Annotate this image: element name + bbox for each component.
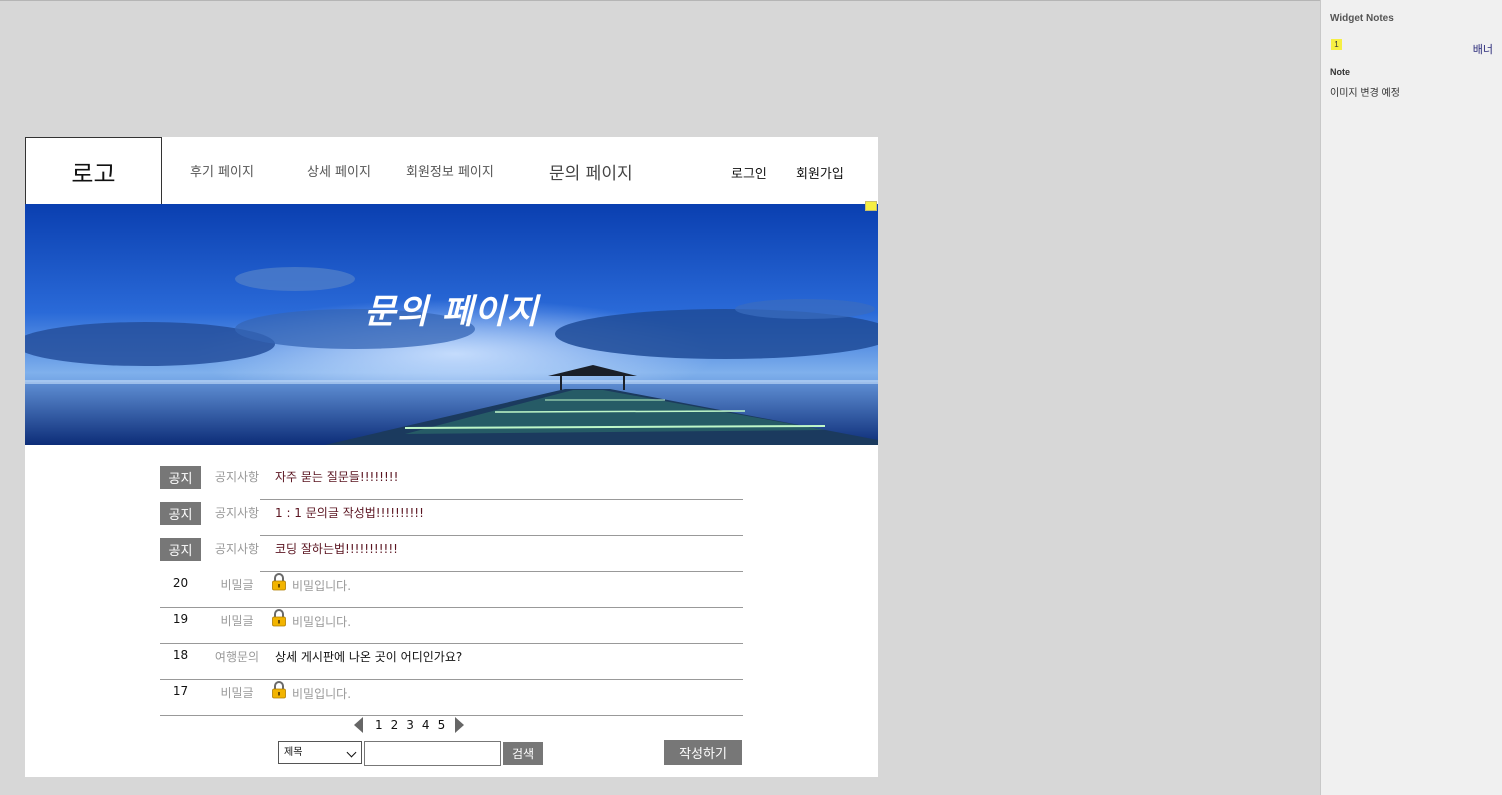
prev-page-icon[interactable] (354, 717, 363, 733)
table-row[interactable]: 공지 공지사항 1 : 1 문의글 작성법!!!!!!!!!! (160, 500, 743, 536)
row-category: 공지사항 (214, 506, 260, 520)
search-type-select[interactable]: 제목 (278, 741, 362, 764)
note-label: Note (1330, 67, 1350, 77)
search-type-value: 제목 (284, 747, 303, 758)
notice-badge: 공지 (160, 538, 201, 561)
page-3[interactable]: 3 (406, 718, 414, 732)
row-title[interactable]: 코딩 잘하는법!!!!!!!!!!! (275, 540, 398, 557)
row-category: 비밀글 (220, 578, 254, 592)
top-border (0, 0, 1502, 1)
row-number: 20 (172, 576, 189, 590)
inquiry-board: 공지 공지사항 자주 묻는 질문들!!!!!!!! 공지 공지사항 1 : 1 … (160, 464, 743, 716)
row-number: 17 (172, 684, 189, 698)
nav-member-info-page[interactable]: 회원정보 페이지 (406, 161, 494, 180)
row-category: 공지사항 (214, 542, 260, 556)
nav-inquiry-page[interactable]: 문의 페이지 (549, 159, 633, 184)
row-title[interactable]: 비밀입니다. (292, 577, 351, 594)
row-title[interactable]: 비밀입니다. (292, 685, 351, 702)
notice-badge: 공지 (160, 502, 201, 525)
search-button[interactable]: 검색 (503, 742, 543, 765)
lock-icon (272, 681, 286, 699)
table-row[interactable]: 공지 공지사항 자주 묻는 질문들!!!!!!!! (160, 464, 743, 500)
row-number: 18 (172, 648, 189, 662)
table-row[interactable]: 19 비밀글 비밀입니다. (160, 608, 743, 644)
page-4[interactable]: 4 (422, 718, 430, 732)
row-category: 비밀글 (220, 614, 254, 628)
lock-icon (272, 573, 286, 591)
row-category: 공지사항 (214, 470, 260, 484)
nav-review-page[interactable]: 후기 페이지 (190, 161, 254, 180)
row-title[interactable]: 상세 게시판에 나온 곳이 어디인가요? (275, 648, 462, 665)
row-number: 19 (172, 612, 189, 626)
chevron-down-icon (346, 747, 357, 758)
write-button[interactable]: 작성하기 (664, 740, 742, 765)
pagination: 1 2 3 4 5 (354, 715, 465, 735)
row-category: 비밀글 (220, 686, 254, 700)
next-page-icon[interactable] (455, 717, 465, 733)
banner-title: 문의 페이지 (364, 292, 539, 332)
widget-notes-heading: Widget Notes (1330, 13, 1394, 24)
row-title[interactable]: 비밀입니다. (292, 613, 351, 630)
page-canvas: 로고 후기 페이지 상세 페이지 회원정보 페이지 문의 페이지 로그인 회원가… (25, 137, 878, 777)
logo[interactable]: 로고 (25, 137, 162, 205)
nav-detail-page[interactable]: 상세 페이지 (307, 161, 371, 180)
note-index-badge[interactable]: 1 (1331, 39, 1342, 50)
widget-notes-panel: Widget Notes 1 배너 Note 이미지 변경 예정 (1320, 0, 1502, 795)
widget-note-marker[interactable] (865, 201, 877, 211)
row-category: 여행문의 (214, 650, 260, 664)
note-text: 이미지 변경 예정 (1330, 88, 1400, 99)
lock-icon (272, 609, 286, 627)
note-widget-name[interactable]: 배너 (1473, 41, 1493, 57)
row-title[interactable]: 1 : 1 문의글 작성법!!!!!!!!!! (275, 504, 424, 521)
page-1[interactable]: 1 (375, 718, 383, 732)
login-link[interactable]: 로그인 (731, 163, 767, 182)
table-row[interactable]: 18 여행문의 상세 게시판에 나온 곳이 어디인가요? (160, 644, 743, 680)
table-row[interactable]: 17 비밀글 비밀입니다. (160, 680, 743, 716)
table-row[interactable]: 공지 공지사항 코딩 잘하는법!!!!!!!!!!! (160, 536, 743, 572)
notice-badge: 공지 (160, 466, 201, 489)
search-input[interactable] (364, 741, 501, 766)
table-row[interactable]: 20 비밀글 비밀입니다. (160, 572, 743, 608)
page-5[interactable]: 5 (438, 718, 446, 732)
row-title[interactable]: 자주 묻는 질문들!!!!!!!! (275, 468, 398, 485)
banner: 문의 페이지 (25, 204, 878, 445)
page-2[interactable]: 2 (391, 718, 399, 732)
signup-link[interactable]: 회원가입 (796, 163, 844, 182)
